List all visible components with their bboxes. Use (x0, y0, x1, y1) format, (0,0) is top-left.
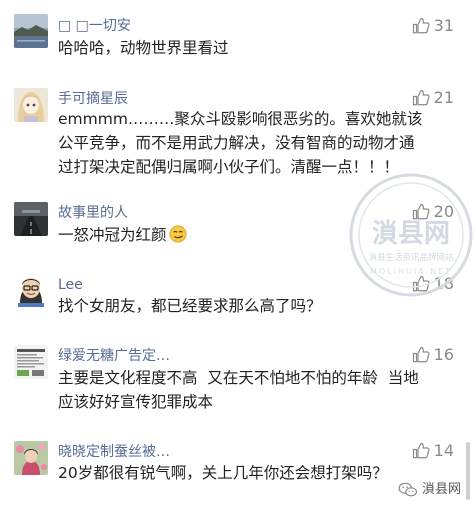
anime-girl-avatar[interactable] (14, 88, 48, 122)
comment-username[interactable]: 手可摘星辰 (58, 90, 128, 108)
brand-label: 溑县网 (422, 482, 462, 497)
like-button[interactable]: 31 (412, 16, 454, 36)
comment-list: □ □一切安 31 哈哈哈，动物世界里看过 手可摘星辰 21 emmmm………聚… (0, 0, 476, 508)
dark-road-avatar[interactable] (14, 202, 48, 236)
like-button[interactable]: 14 (412, 441, 454, 461)
comment-text-line: 哈哈哈，动物世界里看过 (58, 39, 229, 57)
comment-username[interactable]: 故事里的人 (58, 204, 128, 222)
comment-text-line: 公平竞争，而不是用武力解决，没有智商的动物才通 (58, 134, 415, 152)
thumbs-up-icon (412, 346, 430, 364)
comment-text: 找个女朋友，都已经要求那么高了吗？ (58, 294, 456, 318)
comment-text-line: 20岁都很有锐气啊，关上几年你还会想打架吗？ (58, 464, 388, 482)
comment-username[interactable]: 绿爱无糖广告定… (58, 347, 170, 365)
comment-username[interactable]: Lee (58, 276, 83, 294)
comment-text: 主要是文化程度不高 又在天不怕地不怕的年龄 当地 应该好好宣传犯罪成本 (58, 366, 456, 414)
comment-text-line: 一怒冲冠为红颜 (58, 223, 456, 247)
like-button[interactable]: 21 (412, 88, 454, 108)
comment-text: emmmm………聚众斗殴影响很恶劣的。喜欢她就该 公平竞争，而不是用武力解决，没… (58, 107, 456, 179)
comment-text-line: emmmm………聚众斗殴影响很恶劣的。喜欢她就该 (58, 110, 423, 128)
comment-username[interactable]: □ □一切安 (58, 17, 131, 35)
comment-text-line: 过打架决定配偶归属啊小伙子们。清醒一点！！！ (58, 158, 400, 176)
text-card-avatar[interactable] (14, 345, 48, 379)
like-count: 14 (433, 441, 454, 460)
flower-woman-avatar[interactable] (14, 441, 48, 475)
comment-text-line: 主要是文化程度不高 又在天不怕地不怕的年龄 当地 (58, 369, 419, 387)
lake-landscape-avatar[interactable] (14, 14, 48, 48)
like-count: 21 (433, 88, 454, 107)
comment-text: 一怒冲冠为红颜 (58, 223, 456, 247)
like-button[interactable]: 16 (412, 345, 454, 365)
like-count: 31 (433, 16, 454, 35)
comment-username[interactable]: 晓晓定制蚕丝被… (58, 443, 170, 461)
wechat-icon (398, 482, 418, 498)
thumbs-up-icon (412, 275, 430, 293)
thumbs-up-icon (412, 89, 430, 107)
scrollbar-thumb[interactable] (466, 442, 470, 500)
smirk-emoji-icon (168, 225, 187, 243)
thumbs-up-icon (412, 442, 430, 460)
cartoon-man-avatar[interactable] (14, 273, 48, 307)
comment-text-line-text: 一怒冲冠为红颜 (58, 226, 167, 244)
like-count: 16 (433, 345, 454, 364)
like-button[interactable]: 20 (412, 202, 454, 222)
like-button[interactable]: 18 (412, 274, 454, 294)
comment-text: 20岁都很有锐气啊，关上几年你还会想打架吗？ (58, 461, 456, 485)
comment-text-line: 应该好好宣传犯罪成本 (58, 393, 214, 411)
thumbs-up-icon (412, 17, 430, 35)
like-count: 20 (433, 202, 454, 221)
comment-text: 哈哈哈，动物世界里看过 (58, 36, 456, 60)
comment-text-line: 找个女朋友，都已经要求那么高了吗？ (58, 297, 322, 315)
thumbs-up-icon (412, 203, 430, 221)
wechat-brand-badge: 溑县网 (398, 482, 461, 498)
like-count: 18 (433, 274, 454, 293)
